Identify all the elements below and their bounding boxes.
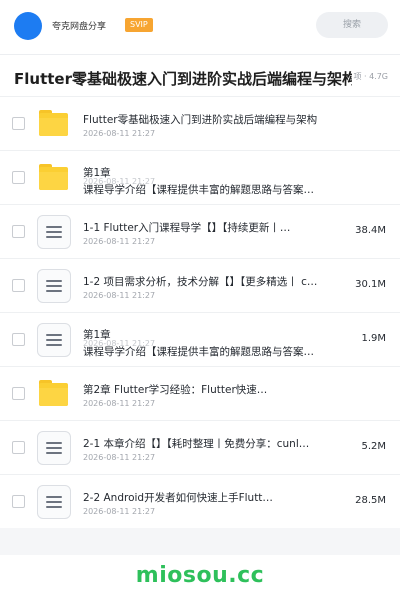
select-checkbox[interactable] [12,279,25,292]
item-size: 5.2M [361,441,386,452]
footer: miosou.cc [0,555,400,600]
item-name-line2: 课程导学介绍【课程提供丰富的解题思路与答案… [83,184,314,196]
item-name: 第1章 [83,167,111,179]
list-item[interactable]: 2-2 Android开发者如何快速上手Flutt… 2026-08-11 21… [0,474,400,528]
select-checkbox[interactable] [12,495,25,508]
item-name: 2-2 Android开发者如何快速上手Flutt… [83,492,273,504]
folder-meta: 项 · 4.7G [353,72,388,81]
search-input[interactable]: 搜索 [316,12,388,38]
brand-name: 夸克网盘分享 [52,22,107,32]
select-checkbox[interactable] [12,333,25,346]
item-date: 2026-08-11 21:27 [83,453,156,462]
item-date: 2026-08-11 21:27 [83,291,156,300]
list-item[interactable]: Flutter零基础极速入门到进阶实战后端编程与架构 2026-08-11 21… [0,96,400,150]
item-name: 第2章 Flutter学习经验：Flutter快速… [83,384,268,396]
app-header: 夸克网盘分享 SVIP 搜索 [0,0,400,54]
item-name: Flutter零基础极速入门到进阶实战后端编程与架构 [83,114,318,126]
select-checkbox[interactable] [12,387,25,400]
select-checkbox[interactable] [12,117,25,130]
svip-badge[interactable]: SVIP [125,18,153,32]
item-size: 30.1M [355,279,386,290]
watermark-logo: miosou.cc [135,563,265,588]
item-name: 2-1 本章介绍【】【耗时整理丨免费分享：cunl… [83,438,310,450]
page-title: Flutter零基础极速入门到进阶实战后端编程与架构 [14,70,352,88]
folder-icon [39,164,68,190]
document-icon [37,485,71,519]
document-icon [37,431,71,465]
item-name: 第1章 [83,329,111,341]
item-name: 1-1 Flutter入门课程导学【】【持续更新丨… [83,222,291,234]
folder-icon [39,380,68,406]
item-name-line2: 课程导学介绍【课程提供丰富的解题思路与答案… [83,346,314,358]
document-icon [37,269,71,303]
list-item[interactable]: 1-1 Flutter入门课程导学【】【持续更新丨… 2026-08-11 21… [0,204,400,258]
document-icon [37,215,71,249]
item-date: 2026-08-11 21:27 [83,237,156,246]
select-checkbox[interactable] [12,441,25,454]
folder-icon [39,110,68,136]
select-checkbox[interactable] [12,225,25,238]
item-date: 2026-08-11 21:27 [83,507,156,516]
select-checkbox[interactable] [12,171,25,184]
folder-title-bar: Flutter零基础极速入门到进阶实战后端编程与架构 项 · 4.7G [0,54,400,98]
list-item[interactable]: 1-2 项目需求分析，技术分解【】【更多精选丨 c… 2026-08-11 21… [0,258,400,312]
avatar[interactable] [14,12,42,40]
item-size: 28.5M [355,495,386,506]
file-list: Flutter零基础极速入门到进阶实战后端编程与架构 2026-08-11 21… [0,96,400,528]
item-name: 1-2 项目需求分析，技术分解【】【更多精选丨 c… [83,276,318,288]
document-icon [37,323,71,357]
item-date: 2026-08-11 21:27 [83,399,156,408]
list-item[interactable]: 2-1 本章介绍【】【耗时整理丨免费分享：cunl… 2026-08-11 21… [0,420,400,474]
item-date: 2026-08-11 21:27 [83,129,156,138]
item-size: 38.4M [355,225,386,236]
item-size: 1.9M [361,333,386,344]
list-item[interactable]: 2026-08-11 21:27 第1章 课程导学介绍【课程提供丰富的解题思路与… [0,150,400,204]
list-item[interactable]: 2026-08-11 21:27 第1章 课程导学介绍【课程提供丰富的解题思路与… [0,312,400,366]
list-item[interactable]: 第2章 Flutter学习经验：Flutter快速… 2026-08-11 21… [0,366,400,420]
